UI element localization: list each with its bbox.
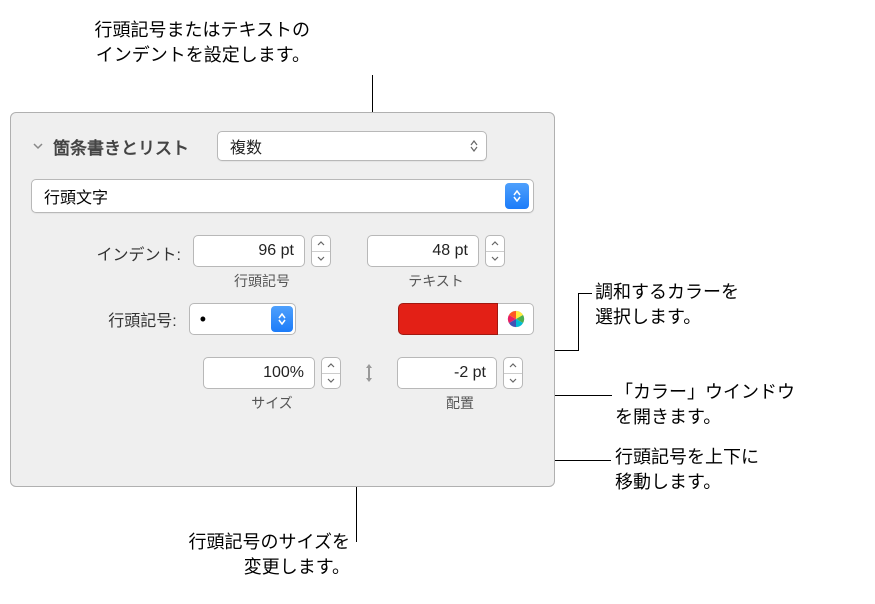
size-value: 100% (263, 364, 304, 382)
stepper-up-icon[interactable] (486, 236, 504, 252)
stepper-up-icon[interactable] (322, 358, 340, 374)
text-indent-sublabel: テキスト (367, 271, 505, 291)
stepper-down-icon[interactable] (322, 374, 340, 389)
text-indent-stepper[interactable] (485, 235, 505, 267)
stepper-down-icon[interactable] (486, 252, 504, 267)
list-style-value: 複数 (230, 134, 262, 158)
popup-arrows-icon (470, 140, 478, 152)
stepper-down-icon[interactable] (312, 252, 330, 267)
align-value: -2 pt (454, 364, 486, 382)
bullet-indent-value: 96 pt (258, 242, 294, 260)
popup-arrows-icon (271, 306, 293, 332)
vertical-align-icon (359, 361, 379, 385)
bullet-type-select[interactable]: 行頭文字 (31, 179, 534, 213)
bullet-type-value: 行頭文字 (44, 184, 108, 208)
align-sublabel: 配置 (397, 393, 523, 413)
color-wheel-icon (506, 309, 526, 329)
stepper-down-icon[interactable] (504, 374, 522, 389)
popup-arrows-icon (505, 183, 529, 209)
bullet-symbol-label: 行頭記号: (31, 307, 177, 331)
callout-match-color: 調和するカラーを 選択します。 (595, 280, 739, 330)
bullet-symbol-value: • (200, 309, 206, 330)
indent-label: インデント: (31, 235, 181, 265)
text-indent-field[interactable]: 48 pt (367, 235, 479, 267)
chevron-down-icon[interactable] (31, 139, 45, 153)
color-swatch[interactable] (398, 303, 498, 335)
size-sublabel: サイズ (203, 393, 341, 413)
callout-line (578, 293, 592, 294)
callout-indent: 行頭記号またはテキストの インデントを設定します。 (50, 18, 310, 68)
stepper-up-icon[interactable] (504, 358, 522, 374)
size-field[interactable]: 100% (203, 357, 315, 389)
callout-color-window: 「カラー」ウインドウ を開きます。 (615, 380, 795, 430)
text-indent-value: 48 pt (432, 242, 468, 260)
bullet-indent-field[interactable]: 96 pt (193, 235, 305, 267)
callout-move-bullet: 行頭記号を上下に 移動します。 (615, 445, 759, 495)
size-stepper[interactable] (321, 357, 341, 389)
callout-change-size: 行頭記号のサイズを 変更します。 (110, 530, 350, 580)
color-picker-button[interactable] (498, 303, 534, 335)
callout-line (578, 293, 579, 351)
bullet-indent-stepper[interactable] (311, 235, 331, 267)
align-stepper[interactable] (503, 357, 523, 389)
inspector-panel: 箇条書きとリスト 複数 行頭文字 インデント: 96 pt (10, 112, 555, 487)
align-field[interactable]: -2 pt (397, 357, 497, 389)
section-title: 箇条書きとリスト (53, 134, 189, 159)
list-style-select[interactable]: 複数 (217, 131, 487, 161)
bullet-symbol-select[interactable]: • (189, 303, 296, 335)
stepper-up-icon[interactable] (312, 236, 330, 252)
bullet-indent-sublabel: 行頭記号 (193, 271, 331, 291)
callout-line (549, 460, 611, 461)
